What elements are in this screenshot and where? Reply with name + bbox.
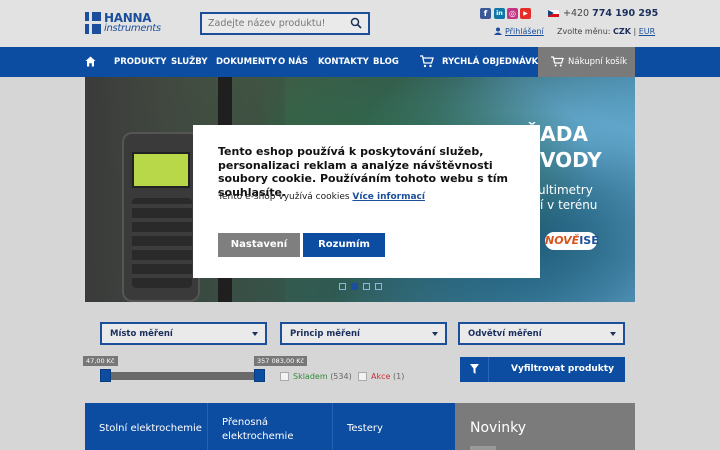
hanna-logo[interactable]: HANNA instruments <box>85 11 161 36</box>
news-panel: Novinky <box>455 403 635 450</box>
cookie-accept-button[interactable]: Rozumím <box>303 233 385 257</box>
nav-quick-order[interactable]: RYCHLÁ OBJEDNÁVKA <box>442 57 545 67</box>
filter-products-button[interactable]: Vyfiltrovat produkty <box>460 357 625 382</box>
more-info-link[interactable]: Více informací <box>352 192 425 202</box>
czech-flag-icon <box>548 10 559 17</box>
category-bar: Stolní elektrochemie Přenosná elektroche… <box>85 403 455 450</box>
search-icon[interactable] <box>350 17 362 29</box>
news-item-stub <box>470 446 496 450</box>
currency-czk[interactable]: CZK <box>613 27 631 36</box>
meter-device-image <box>122 132 200 302</box>
hero-subline-1: ultimetry <box>538 183 593 197</box>
filter-misto-mereni[interactable]: Místo měření <box>100 322 267 345</box>
hero-headline-2: VODY <box>540 148 602 172</box>
quick-order-icon[interactable] <box>420 55 434 68</box>
price-max-label: 357 083,00 Kč <box>254 356 308 366</box>
nav-dokumenty[interactable]: DOKUMENTY <box>216 57 277 67</box>
cookie-settings-button[interactable]: Nastavení <box>218 233 300 257</box>
category-stolni-elektrochemie[interactable]: Stolní elektrochemie <box>85 403 207 450</box>
chevron-down-icon <box>610 332 616 336</box>
nav-blog[interactable]: BLOG <box>373 57 399 67</box>
youtube-icon[interactable]: ▶ <box>520 8 531 19</box>
linkedin-icon[interactable]: in <box>494 8 505 19</box>
stock-checkbox[interactable] <box>280 372 289 381</box>
filter-princip-mereni[interactable]: Princip měření <box>280 322 447 345</box>
site-header: HANNA instruments Zadejte název produktu… <box>0 0 720 47</box>
basket-icon <box>551 56 564 67</box>
nav-produkty[interactable]: PRODUKTY <box>114 57 167 67</box>
filter-odvetvi-mereni[interactable]: Odvětví měření <box>458 322 625 345</box>
facebook-icon[interactable]: f <box>480 8 491 19</box>
funnel-icon <box>470 364 479 374</box>
news-title: Novinky <box>470 420 526 436</box>
nav-kontakty[interactable]: KONTAKTY <box>318 57 369 67</box>
cookie-info: Tento e-shop využívá cookies Více inform… <box>218 192 425 202</box>
currency-eur[interactable]: EUR <box>639 27 655 36</box>
currency-switcher: Zvolte měnu: CZK | EUR <box>557 27 656 36</box>
price-slider-track[interactable] <box>101 372 261 380</box>
slide-dot[interactable] <box>375 283 382 290</box>
hero-subline-2: í v terénu <box>540 198 598 212</box>
basket-button[interactable]: Nákupní košík <box>538 47 635 77</box>
search-box[interactable]: Zadejte název produktu! <box>200 12 370 35</box>
price-slider-max-handle[interactable] <box>254 369 265 382</box>
slide-dot-active[interactable] <box>351 283 358 290</box>
category-prenosna-elektrochemie[interactable]: Přenosná elektrochemie <box>207 403 332 450</box>
chevron-down-icon <box>432 332 438 336</box>
stock-label[interactable]: Skladem (534) <box>293 372 352 381</box>
sale-checkbox[interactable] <box>358 372 367 381</box>
price-slider-min-handle[interactable] <box>100 369 111 382</box>
logo-mark-icon <box>85 12 101 34</box>
login-link[interactable]: Přihlášení <box>494 27 544 36</box>
cookie-consent-dialog: Tento eshop používá k poskytování služeb… <box>193 125 540 278</box>
slide-dot[interactable] <box>363 283 370 290</box>
cookie-message: Tento eshop používá k poskytování služeb… <box>218 145 508 199</box>
button-separator <box>488 357 489 382</box>
phone-number[interactable]: +420 774 190 295 <box>563 8 658 19</box>
search-input[interactable]: Zadejte název produktu! <box>208 18 325 29</box>
logo-subtext: instruments <box>104 23 161 34</box>
slide-dot[interactable] <box>339 283 346 290</box>
main-nav: PRODUKTY SLUŽBY DOKUMENTY O NÁS KONTAKTY… <box>0 47 720 77</box>
sale-label[interactable]: Akce (1) <box>371 372 404 381</box>
category-testery[interactable]: Testery <box>332 403 455 450</box>
nav-o-nas[interactable]: O NÁS <box>278 57 308 67</box>
user-icon <box>494 27 502 35</box>
instagram-icon[interactable]: ◎ <box>507 8 518 19</box>
home-icon[interactable] <box>85 56 96 67</box>
new-ise-badge: NOVĚISE <box>545 232 599 250</box>
price-min-label: 47,00 Kč <box>83 356 118 366</box>
chevron-down-icon <box>252 332 258 336</box>
nav-sluzby[interactable]: SLUŽBY <box>171 57 207 67</box>
